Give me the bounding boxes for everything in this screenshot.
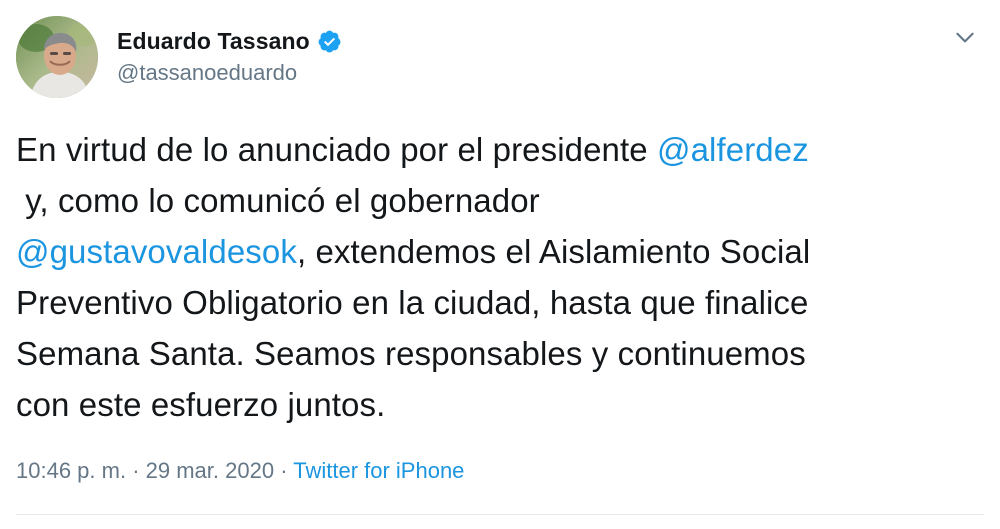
author-handle[interactable]: @tassanoeduardo xyxy=(117,60,297,86)
tweet-text-segment: , extendemos el Aislamiento Social xyxy=(296,233,811,270)
tweet-text: En virtud de lo anunciado por el preside… xyxy=(16,124,976,430)
display-name[interactable]: Eduardo Tassano xyxy=(117,28,310,55)
meta-separator: · xyxy=(126,458,146,483)
tweet-meta: 10:46 p. m. · 29 mar. 2020 · Twitter for… xyxy=(16,458,464,484)
tweet-text-line: En virtud de lo anunciado por el preside… xyxy=(16,124,976,175)
avatar[interactable] xyxy=(16,16,98,98)
tweet-text-line: Preventivo Obligatorio en la ciudad, has… xyxy=(16,277,976,328)
tweet-card: Eduardo Tassano @tassanoeduardo En virtu… xyxy=(0,0,1000,529)
chevron-down-icon[interactable] xyxy=(952,24,978,50)
tweet-text-line: con este esfuerzo juntos. xyxy=(16,379,976,430)
tweet-text-line: y, como lo comunicó el gobernador xyxy=(16,175,976,226)
tweet-time[interactable]: 10:46 p. m. xyxy=(16,458,126,483)
tweet-date[interactable]: 29 mar. 2020 xyxy=(146,458,274,483)
tweet-text-segment: con este esfuerzo juntos. xyxy=(16,386,386,423)
mention-link[interactable]: @gustavovaldesok xyxy=(16,233,297,270)
tweet-text-line: @gustavovaldesok, extendemos el Aislamie… xyxy=(16,226,976,277)
divider xyxy=(16,514,984,515)
tweet-text-segment: Semana Santa. Seamos responsables y cont… xyxy=(16,335,806,372)
author-name-row: Eduardo Tassano xyxy=(117,24,342,58)
tweet-source-link[interactable]: Twitter for iPhone xyxy=(293,458,464,483)
tweet-text-line: Semana Santa. Seamos responsables y cont… xyxy=(16,328,976,379)
tweet-text-segment: En virtud de lo anunciado por el preside… xyxy=(16,131,657,168)
tweet-text-segment: y, como lo comunicó el gobernador xyxy=(16,182,540,219)
tweet-text-segment: Preventivo Obligatorio en la ciudad, has… xyxy=(16,284,809,321)
avatar-image xyxy=(16,16,98,98)
mention-link[interactable]: @alferdez xyxy=(657,131,809,168)
meta-separator: · xyxy=(274,458,294,483)
verified-badge-icon xyxy=(317,29,342,54)
